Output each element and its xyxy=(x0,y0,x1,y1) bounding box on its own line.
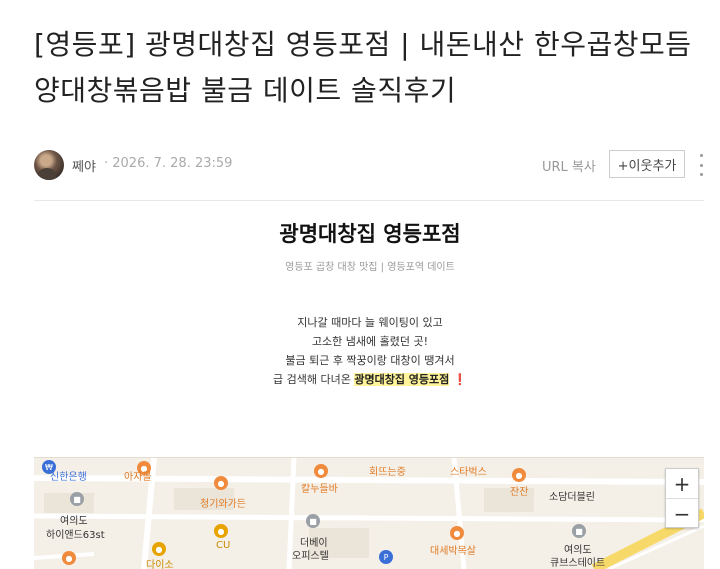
post-title: [영등포] 광명대창집 영등포점 | 내돈내산 한우곱창모듬 양대창볶음밥 불금… xyxy=(34,28,692,107)
restaurant-pin-icon[interactable]: ● xyxy=(62,551,76,565)
zoom-out-button[interactable]: − xyxy=(666,498,698,528)
building-pin-icon[interactable]: ■ xyxy=(572,524,586,538)
map-label: 하이앤드63st xyxy=(46,530,105,541)
content-heading: 광명대창집 영등포점 xyxy=(279,222,461,246)
restaurant-pin-icon[interactable]: ● xyxy=(512,468,526,482)
restaurant-pin-icon[interactable]: ● xyxy=(450,526,464,540)
map-label: 회뜨는중 xyxy=(369,467,406,478)
map-label: 아자몰 xyxy=(124,472,152,483)
map-label: 잔잔 xyxy=(510,487,529,498)
map-label: 소담더블린 xyxy=(549,492,595,503)
map-label: 스타벅스 xyxy=(450,467,487,478)
map-zoom-control: + − xyxy=(665,468,699,528)
content-subheading: 영등포 곱창 대창 맛집 | 영등포역 데이트 xyxy=(285,262,455,273)
author-avatar[interactable] xyxy=(34,150,64,180)
map-label: 다이소 xyxy=(146,560,174,569)
map-label: 신한은행 xyxy=(50,472,87,483)
building-pin-icon[interactable]: ■ xyxy=(306,514,320,528)
url-copy-button[interactable]: URL 복사 xyxy=(542,156,596,175)
author-name[interactable]: 쩨야 xyxy=(72,156,96,175)
post-date: · 2026. 7. 28. 23:59 xyxy=(104,156,233,171)
map-label: 청기와가든 xyxy=(200,499,246,510)
map-label: 오피스텔 xyxy=(292,551,329,562)
restaurant-pin-icon[interactable]: ● xyxy=(314,464,328,478)
divider xyxy=(34,200,704,201)
store-pin-icon[interactable]: ● xyxy=(214,524,228,538)
body-line-last: 급 검색해 다녀온 광명대창집 영등포점 ❗ xyxy=(0,370,720,389)
map-label: 대세박목살 xyxy=(430,546,476,557)
restaurant-pin-icon[interactable]: ● xyxy=(214,476,228,490)
post-meta: 쩨야 · 2026. 7. 28. 23:59 URL 복사 +이웃추가 xyxy=(34,150,714,180)
map-label: CU xyxy=(216,540,231,551)
body-line: 지나갈 때마다 늘 웨이팅이 있고 xyxy=(297,316,443,329)
building-pin-icon[interactable]: ■ xyxy=(70,492,84,506)
body-line: 불금 퇴근 후 짝꿍이랑 대창이 땡겨서 xyxy=(285,354,455,367)
zoom-in-button[interactable]: + xyxy=(666,469,698,498)
map-label: 칼누들바 xyxy=(301,484,338,495)
map-label: 여의도 xyxy=(60,516,88,527)
restaurant-highlight: 광명대창집 영등포점 xyxy=(354,373,450,386)
parking-icon[interactable]: P xyxy=(379,550,393,564)
location-map[interactable]: ₩ 신한은행 ● 아자몰 회뜨는중 스타벅스 ● 칼누들바 ● 청기와가든 ● … xyxy=(34,457,704,569)
store-pin-icon[interactable]: ● xyxy=(152,542,166,556)
map-label: 큐브스테이트 xyxy=(550,558,606,569)
add-neighbor-button[interactable]: +이웃추가 xyxy=(609,150,685,178)
content-body: 지나갈 때마다 늘 웨이팅이 있고 고소한 냄새에 홀렸던 곳! 불금 퇴근 후… xyxy=(0,313,720,389)
exclamation-icon: ❗ xyxy=(453,373,467,386)
body-line: 고소한 냄새에 홀렸던 곳! xyxy=(311,335,429,348)
body-line-prefix: 급 검색해 다녀온 xyxy=(273,373,355,386)
more-options-icon[interactable] xyxy=(696,154,706,176)
